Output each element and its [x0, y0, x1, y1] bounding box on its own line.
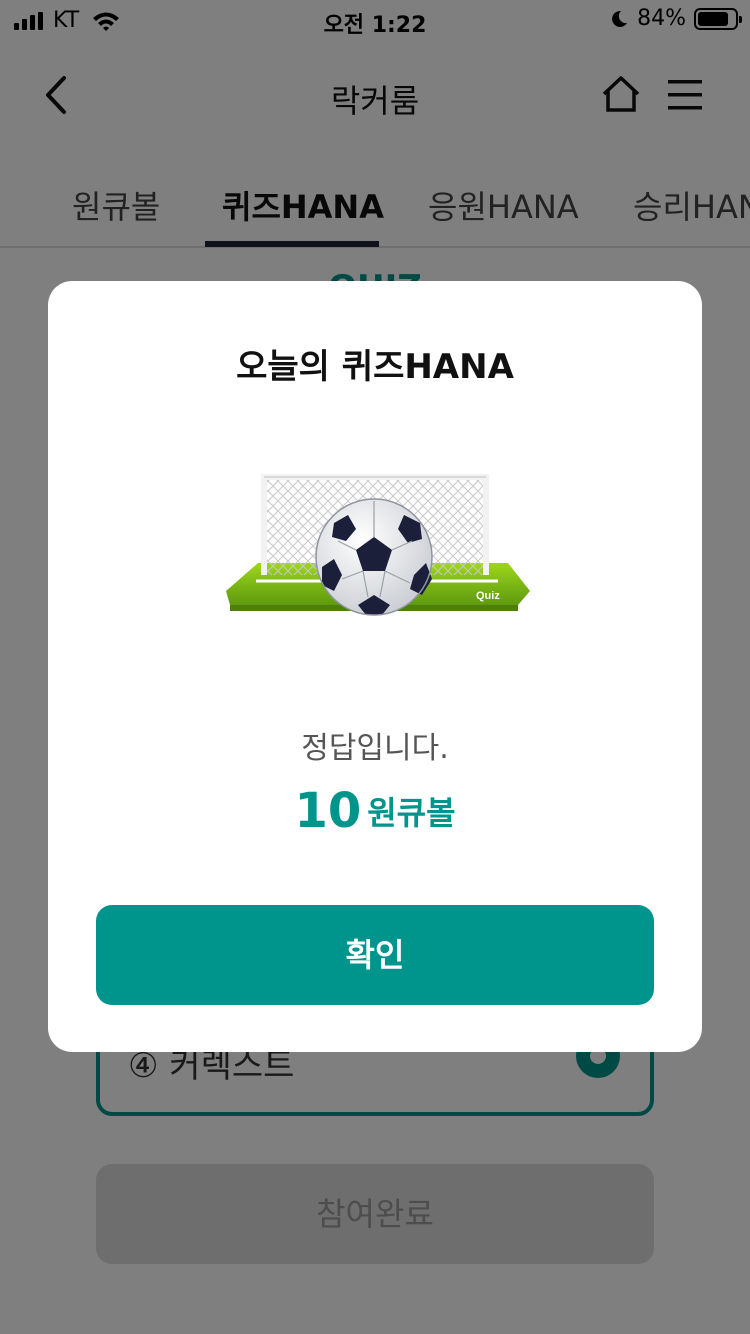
- soccer-ball-icon: [315, 498, 433, 616]
- quiz-label: Quiz: [476, 590, 500, 602]
- reward-amount: 10: [294, 783, 362, 839]
- reward-unit: 원큐볼: [367, 794, 456, 832]
- confirm-button[interactable]: 확인: [96, 905, 654, 1005]
- result-message: 정답입니다.: [301, 731, 449, 766]
- soccer-goal-illustration: Quiz: [226, 474, 530, 616]
- quiz-result-modal: 오늘의 퀴즈HANA Quiz 정답입니다. 10 원큐볼 확인: [48, 281, 702, 1052]
- screen: KT 오전 1:22 84% 락커룸: [0, 0, 750, 1334]
- modal-title: 오늘의 퀴즈HANA: [236, 347, 514, 387]
- reward-display: 10 원큐볼: [48, 783, 702, 839]
